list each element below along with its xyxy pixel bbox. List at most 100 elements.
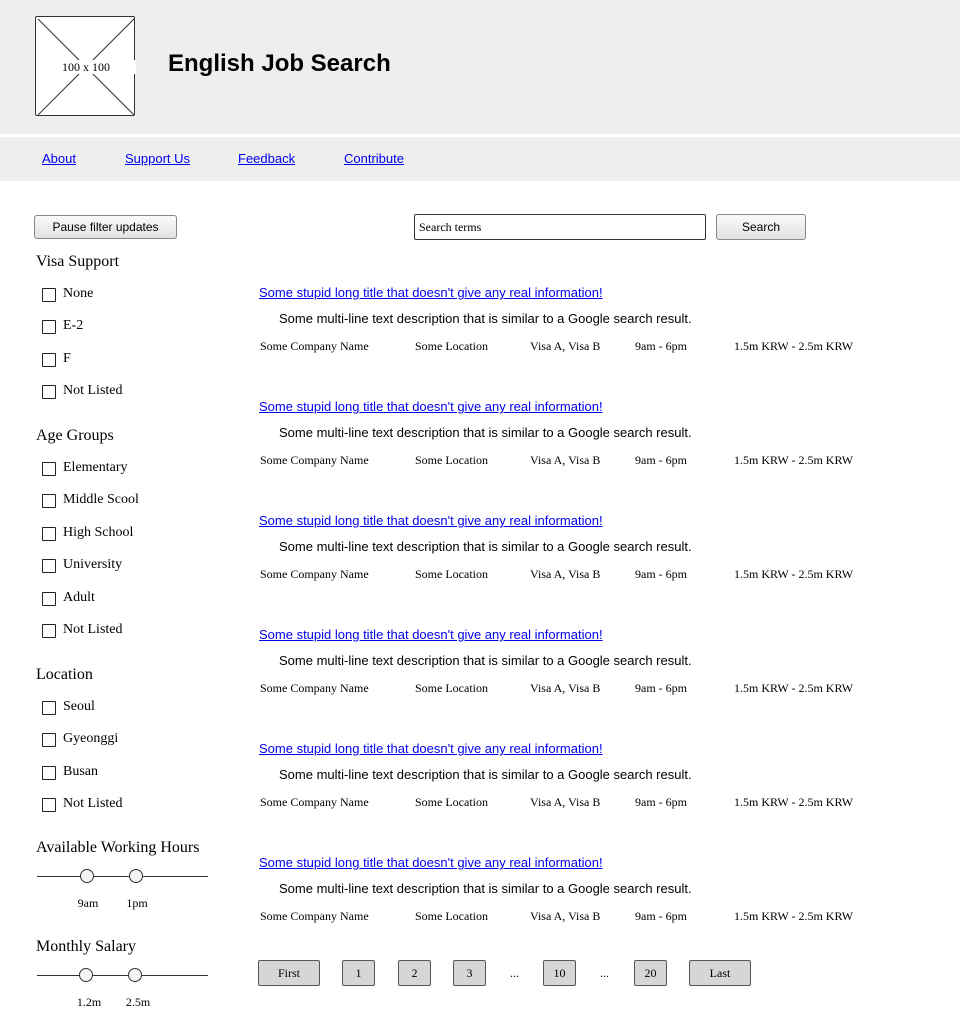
- result-description: Some multi-line text description that is…: [279, 425, 692, 440]
- result-location: Some Location: [415, 567, 488, 581]
- result-company: Some Company Name: [260, 567, 369, 581]
- checkbox-label: E-2: [63, 318, 84, 333]
- result-company: Some Company Name: [260, 453, 369, 467]
- checkbox-label: High School: [63, 525, 134, 540]
- pagination-page-1[interactable]: 1: [342, 960, 375, 986]
- result-company: Some Company Name: [260, 909, 369, 923]
- salary-max-label: 2.5m: [125, 995, 151, 1009]
- result-description: Some multi-line text description that is…: [279, 881, 692, 896]
- checkbox-label: Elementary: [63, 460, 128, 475]
- pagination-first-button[interactable]: First: [258, 960, 320, 986]
- checkbox-label: Gyeonggi: [63, 731, 119, 746]
- result-item: Some stupid long title that doesn't give…: [259, 513, 899, 583]
- result-title-link[interactable]: Some stupid long title that doesn't give…: [259, 513, 603, 528]
- result-visa: Visa A, Visa B: [530, 567, 601, 581]
- result-salary: 1.5m KRW - 2.5m KRW: [734, 795, 854, 809]
- checkbox[interactable]: [42, 527, 56, 541]
- checkbox-label: Middle Scool: [63, 492, 139, 507]
- result-item: Some stupid long title that doesn't give…: [259, 741, 899, 811]
- result-location: Some Location: [415, 909, 488, 923]
- working-hours-max-handle[interactable]: [129, 869, 143, 883]
- checkbox[interactable]: [42, 320, 56, 334]
- checkbox[interactable]: [42, 701, 56, 715]
- result-location: Some Location: [415, 453, 488, 467]
- age-groups-heading: Age Groups: [36, 427, 114, 444]
- checkbox-label: Busan: [63, 764, 98, 779]
- checkbox[interactable]: [42, 559, 56, 573]
- checkbox[interactable]: [42, 798, 56, 812]
- pagination-page-10[interactable]: 10: [543, 960, 576, 986]
- result-item: Some stupid long title that doesn't give…: [259, 285, 899, 355]
- checkbox[interactable]: [42, 766, 56, 780]
- logo-placeholder: 100 x 100: [35, 16, 136, 116]
- result-item: Some stupid long title that doesn't give…: [259, 627, 899, 697]
- checkbox-label: Not Listed: [63, 622, 123, 637]
- result-hours: 9am - 6pm: [635, 681, 687, 695]
- pagination-ellipsis: ...: [600, 966, 609, 980]
- result-salary: 1.5m KRW - 2.5m KRW: [734, 567, 854, 581]
- checkbox-label: University: [63, 557, 123, 572]
- result-description: Some multi-line text description that is…: [279, 767, 692, 782]
- pagination-ellipsis: ...: [510, 966, 519, 980]
- result-description: Some multi-line text description that is…: [279, 539, 692, 554]
- pagination-page-2[interactable]: 2: [398, 960, 431, 986]
- working-hours-min-handle[interactable]: [80, 869, 94, 883]
- nav-link-feedback[interactable]: Feedback: [238, 151, 295, 166]
- salary-min-label: 1.2m: [76, 995, 102, 1009]
- result-title-link[interactable]: Some stupid long title that doesn't give…: [259, 855, 603, 870]
- result-visa: Visa A, Visa B: [530, 339, 601, 353]
- header-bar: [0, 0, 960, 134]
- search-input[interactable]: [414, 214, 706, 240]
- pagination-last-button[interactable]: Last: [689, 960, 751, 986]
- result-company: Some Company Name: [260, 339, 369, 353]
- result-salary: 1.5m KRW - 2.5m KRW: [734, 681, 854, 695]
- checkbox[interactable]: [42, 592, 56, 606]
- checkbox[interactable]: [42, 733, 56, 747]
- pagination-page-20[interactable]: 20: [634, 960, 667, 986]
- result-location: Some Location: [415, 681, 488, 695]
- working-hours-max-label: 1pm: [126, 896, 148, 910]
- checkbox[interactable]: [42, 288, 56, 302]
- nav-link-support-us[interactable]: Support Us: [125, 151, 190, 166]
- result-hours: 9am - 6pm: [635, 795, 687, 809]
- result-visa: Visa A, Visa B: [530, 909, 601, 923]
- page-title: English Job Search: [168, 50, 391, 77]
- nav-bar: About Support Us Feedback Contribute: [0, 137, 960, 181]
- result-hours: 9am - 6pm: [635, 567, 687, 581]
- checkbox-label: Adult: [63, 590, 95, 605]
- result-company: Some Company Name: [260, 681, 369, 695]
- checkbox-label: Not Listed: [63, 796, 123, 811]
- nav-link-contribute[interactable]: Contribute: [344, 151, 404, 166]
- checkbox-label: None: [63, 286, 94, 301]
- result-visa: Visa A, Visa B: [530, 453, 601, 467]
- pagination-page-3[interactable]: 3: [453, 960, 486, 986]
- checkbox[interactable]: [42, 624, 56, 638]
- checkbox[interactable]: [42, 353, 56, 367]
- result-title-link[interactable]: Some stupid long title that doesn't give…: [259, 285, 603, 300]
- checkbox[interactable]: [42, 494, 56, 508]
- result-title-link[interactable]: Some stupid long title that doesn't give…: [259, 399, 603, 414]
- result-title-link[interactable]: Some stupid long title that doesn't give…: [259, 627, 603, 642]
- result-salary: 1.5m KRW - 2.5m KRW: [734, 339, 854, 353]
- result-visa: Visa A, Visa B: [530, 795, 601, 809]
- result-item: Some stupid long title that doesn't give…: [259, 855, 899, 925]
- checkbox-label: Not Listed: [63, 383, 123, 398]
- result-visa: Visa A, Visa B: [530, 681, 601, 695]
- working-hours-slider-track[interactable]: [37, 876, 208, 877]
- pause-filter-updates-button[interactable]: Pause filter updates: [34, 215, 177, 239]
- salary-min-handle[interactable]: [79, 968, 93, 982]
- checkbox[interactable]: [42, 385, 56, 399]
- visa-support-heading: Visa Support: [36, 253, 120, 270]
- result-item: Some stupid long title that doesn't give…: [259, 399, 899, 469]
- result-hours: 9am - 6pm: [635, 453, 687, 467]
- result-title-link[interactable]: Some stupid long title that doesn't give…: [259, 741, 603, 756]
- search-button[interactable]: Search: [716, 214, 806, 240]
- checkbox[interactable]: [42, 462, 56, 476]
- result-hours: 9am - 6pm: [635, 339, 687, 353]
- working-hours-heading: Available Working Hours: [36, 839, 200, 856]
- nav-link-about[interactable]: About: [42, 151, 76, 166]
- checkbox-label: Seoul: [63, 699, 95, 714]
- salary-slider-track[interactable]: [37, 975, 208, 976]
- salary-max-handle[interactable]: [128, 968, 142, 982]
- checkbox-label: F: [63, 351, 71, 366]
